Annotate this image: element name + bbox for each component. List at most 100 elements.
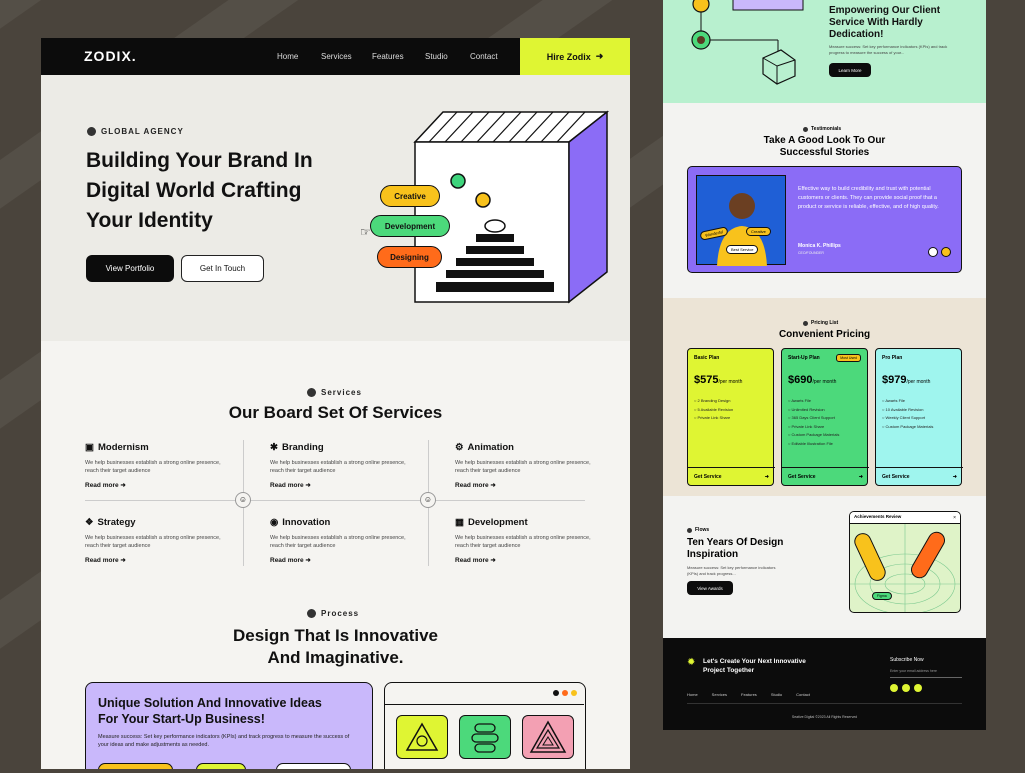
code-icon: ▦	[455, 517, 464, 528]
social-icon[interactable]	[902, 684, 910, 692]
get-service-button[interactable]: Get Service ➜	[876, 467, 963, 485]
testimonials-title: Take A Good Look To Our Successful Stori…	[663, 135, 986, 159]
footer-link[interactable]: Home	[687, 692, 698, 697]
asterisk-icon: ✱	[270, 442, 278, 453]
flows-title: Ten Years Of Design Inspiration	[687, 537, 783, 561]
service-branding: ✱ Branding We help businesses establish a…	[270, 442, 420, 489]
prev-arrow-button[interactable]	[928, 247, 938, 257]
process-chip[interactable]	[98, 763, 173, 769]
process-card-desc: Measure success: Set key performance ind…	[98, 734, 350, 748]
basic-plan-card: Basic Plan $575/per month ○ 2 Branding D…	[687, 348, 775, 486]
footer-link[interactable]: Studio	[771, 692, 782, 697]
creative-pill: Creative	[380, 185, 440, 207]
sun-icon: ✹	[687, 657, 696, 668]
divider	[85, 500, 585, 501]
homepage-panel: ZODIX. Home Services Features Studio Con…	[41, 38, 630, 769]
email-input[interactable]: Enter your email address here	[890, 669, 962, 678]
testimonial-card: Wonderful Creative Best Service Effectiv…	[687, 166, 962, 273]
process-card: Unique Solution And Innovative Ideas For…	[85, 682, 373, 769]
service-desc: We help businesses establish a strong on…	[270, 535, 406, 549]
plan-name: Pro Plan	[882, 355, 903, 361]
social-icon[interactable]	[890, 684, 898, 692]
hero-illustration	[413, 110, 610, 304]
copyright: Seative Digital ©2023 All Rights Reserve…	[791, 715, 858, 719]
plan-price: $575/per month	[694, 374, 743, 386]
triangle-tile-icon	[396, 715, 448, 759]
read-more-link[interactable]: Read more ➜	[270, 481, 420, 489]
client-section: Empowering Our Client Service With Hardl…	[663, 0, 986, 103]
development-pill: Development	[370, 215, 450, 237]
figma-chip: Figma	[872, 592, 892, 600]
read-more-link[interactable]: Read more ➜	[85, 481, 235, 489]
pyramid-tile-icon	[522, 715, 574, 759]
client-title: Empowering Our Client Service With Hardl…	[829, 5, 940, 41]
service-desc: We help businesses establish a strong on…	[270, 460, 406, 474]
view-awards-button[interactable]: View Awards	[687, 581, 733, 595]
testimonial-quote: Effective way to build credibility and t…	[798, 186, 939, 210]
service-title: Development	[467, 517, 528, 528]
hire-label: Hire Zodix	[546, 51, 591, 62]
next-arrow-button[interactable]	[941, 247, 951, 257]
footer-title-line: Let's Create Your Next Innovative	[703, 658, 806, 665]
logo[interactable]: ZODIX.	[84, 48, 137, 64]
get-service-button[interactable]: Get Service ➜	[782, 467, 869, 485]
nav-features[interactable]: Features	[372, 52, 404, 61]
service-desc: We help businesses establish a strong on…	[85, 460, 221, 474]
service-title: Innovation	[282, 517, 331, 528]
nav-services[interactable]: Services	[321, 52, 352, 61]
read-more-link[interactable]: Read more ➜	[455, 481, 605, 489]
subscribe-label: Subscribe Now	[890, 657, 924, 663]
footer-link[interactable]: Features	[741, 692, 757, 697]
plan-name: Basic Plan	[694, 355, 720, 361]
achievement-graphic	[850, 524, 960, 612]
social-icon[interactable]	[914, 684, 922, 692]
globe-icon	[87, 127, 96, 136]
get-in-touch-button[interactable]: Get In Touch	[181, 255, 264, 282]
client-diagram	[691, 0, 804, 85]
service-desc: We help businesses establish a strong on…	[85, 535, 221, 549]
service-animation: ⚙ Animation We help businesses establish …	[455, 442, 605, 489]
process-chip[interactable]	[276, 763, 351, 769]
service-desc: We help businesses establish a strong on…	[455, 535, 591, 549]
close-icon[interactable]: ×	[953, 515, 956, 521]
plan-price: $979/per month	[882, 374, 931, 386]
read-more-link[interactable]: Read more ➜	[270, 556, 420, 564]
service-title: Animation	[467, 442, 514, 453]
footer-link[interactable]: Services	[712, 692, 727, 697]
learn-more-button[interactable]: Learn More	[829, 63, 871, 77]
designing-pill: Designing	[377, 246, 442, 268]
service-innovation: ◉ Innovation We help businesses establish…	[270, 517, 420, 564]
read-more-link[interactable]: Read more ➜	[85, 556, 235, 564]
process-card-title-line: Unique Solution And Innovative Ideas	[98, 696, 322, 710]
location-pin-icon: ◉	[270, 517, 279, 528]
plan-name: Start-Up Plan	[788, 355, 820, 361]
footer-nav: Home Services Features Studio Contact	[687, 692, 810, 697]
hero-title-line: Your Identity	[86, 209, 213, 232]
modernism-icon: ▣	[85, 442, 94, 453]
process-window	[384, 682, 586, 769]
service-title: Strategy	[97, 517, 136, 528]
plan-features: ○ 2 Branding Design ○ 5 Available Revisi…	[694, 398, 734, 421]
process-tag-text: Process	[321, 609, 360, 618]
get-service-button[interactable]: Get Service ➜	[688, 467, 775, 485]
nav-studio[interactable]: Studio	[425, 52, 448, 61]
hero-title-line: Digital World Crafting	[86, 179, 302, 202]
nav-home[interactable]: Home	[277, 52, 298, 61]
hand-cursor-icon: ☞	[360, 225, 371, 239]
client-desc: Measure success: Set key performance ind…	[829, 44, 948, 55]
testimonial-role: CEO/FOUNDER	[798, 251, 824, 255]
hire-button[interactable]: Hire Zodix ➜	[520, 38, 630, 75]
footer-link[interactable]: Contact	[796, 692, 810, 697]
read-more-link[interactable]: Read more ➜	[455, 556, 605, 564]
client-title-line: Dedication!	[829, 29, 884, 40]
view-portfolio-button[interactable]: View Portfolio	[86, 255, 174, 282]
pro-plan-card: Pro Plan $979/per month ○ Awarts File ○ …	[875, 348, 963, 486]
startup-plan-card: Start-Up Plan Most Used $690/per month ○…	[781, 348, 869, 486]
inner-page-panel: Empowering Our Client Service With Hardl…	[663, 0, 986, 730]
process-chip[interactable]	[196, 763, 246, 769]
process-title-line: Design That Is Innovative	[233, 626, 438, 645]
testimonials-tag-text: Testimonials	[811, 126, 842, 132]
footer-title: Let's Create Your Next Innovative Projec…	[703, 657, 806, 675]
nav-contact[interactable]: Contact	[470, 52, 498, 61]
testimonials-title-line: Successful Stories	[779, 147, 870, 158]
